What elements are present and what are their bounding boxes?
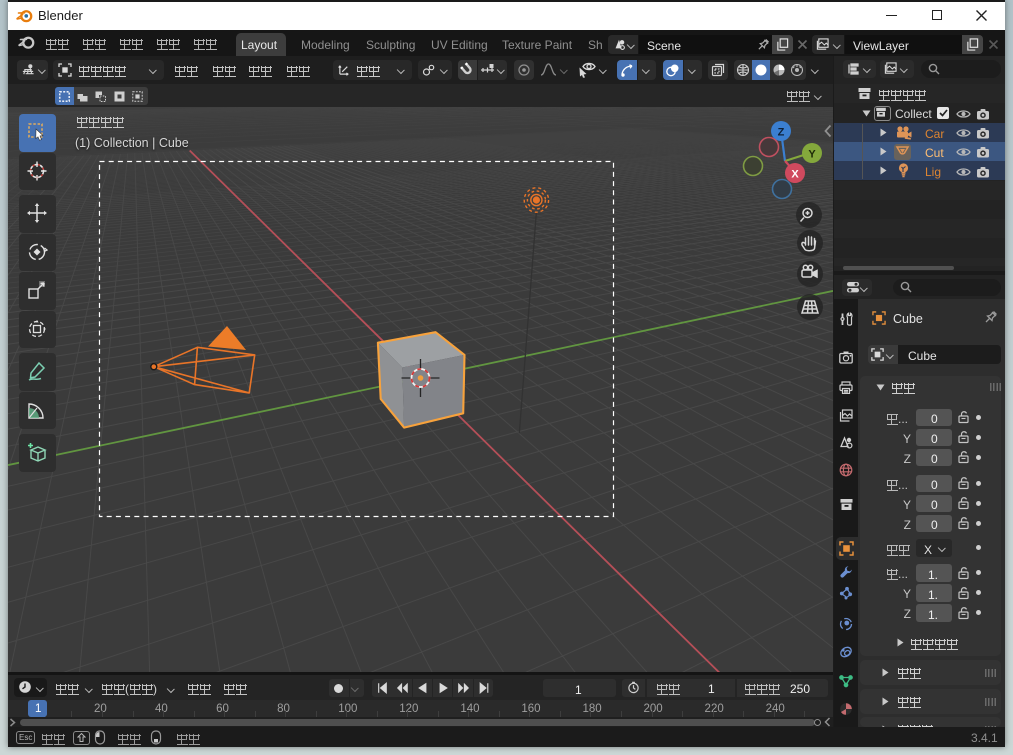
svg-text:Y: Y	[808, 149, 816, 161]
svg-text:Z: Z	[778, 127, 785, 139]
svg-text:X: X	[791, 169, 799, 181]
